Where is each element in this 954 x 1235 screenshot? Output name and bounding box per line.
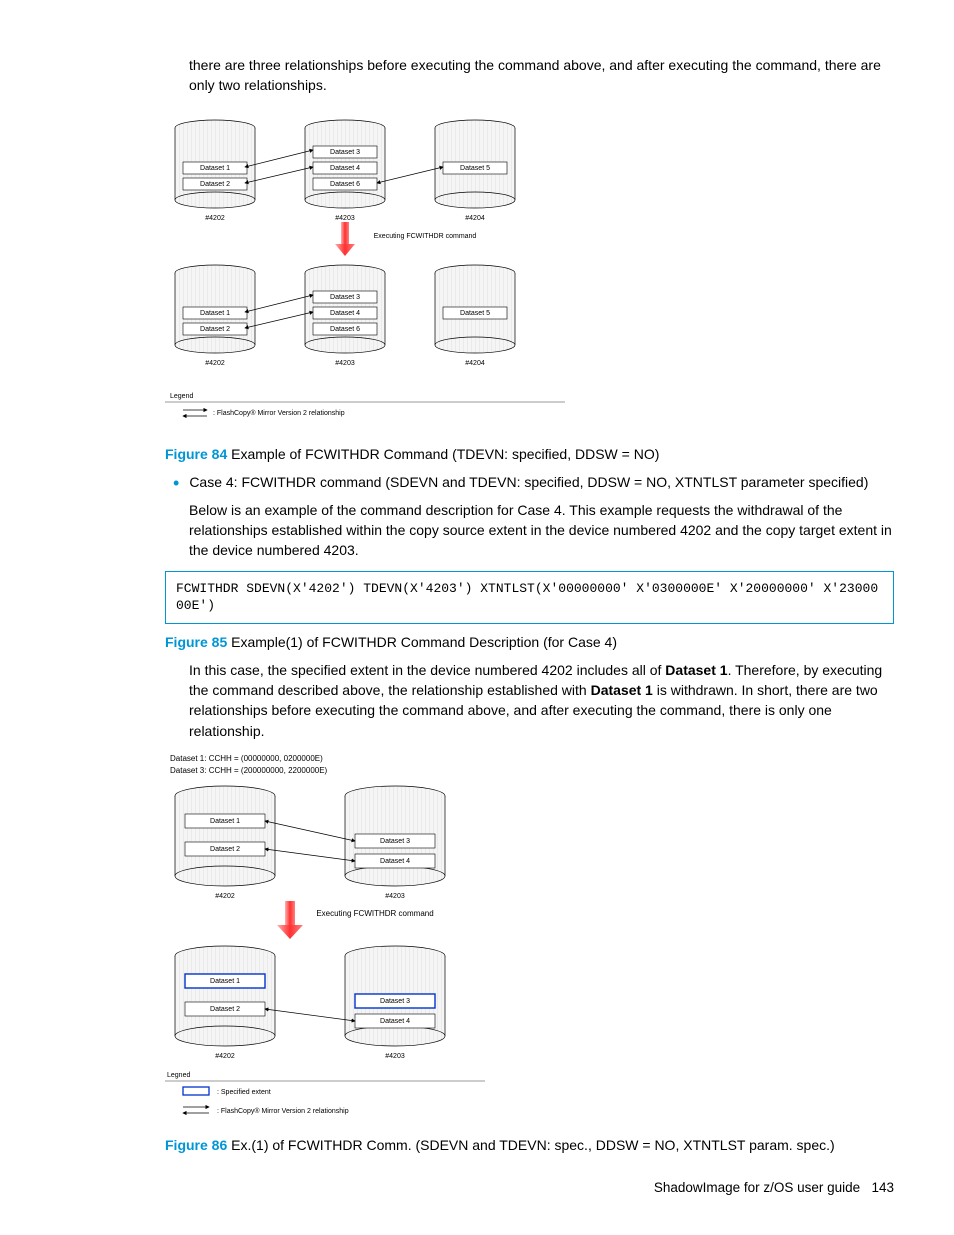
svg-text:Dataset 3: CCHH = (200000000,: Dataset 3: CCHH = (200000000, 2200000E) [170, 766, 328, 775]
svg-text:Dataset 3: Dataset 3 [380, 838, 410, 845]
svg-text:Dataset 5: Dataset 5 [460, 310, 490, 317]
svg-text:#4202: #4202 [205, 215, 225, 222]
svg-text:Dataset 4: Dataset 4 [330, 165, 360, 172]
svg-text:Dataset 1: CCHH = (00000000,: Dataset 1: CCHH = (00000000, 0200000E) [170, 754, 323, 763]
case4-paragraph: Below is an example of the command descr… [165, 500, 894, 561]
svg-text:#4203: #4203 [335, 215, 355, 222]
case4-bullet-row: • Case 4: FCWITHDR command (SDEVN and TD… [165, 472, 894, 492]
figure-85-label: Figure 85 [165, 634, 227, 650]
svg-text:#4202: #4202 [205, 360, 225, 367]
svg-text:: FlashCopy® Mirror Version 2: : FlashCopy® Mirror Version 2 relationsh… [217, 1107, 349, 1115]
svg-text:#4202: #4202 [215, 893, 235, 900]
svg-text:Dataset 3: Dataset 3 [380, 998, 410, 1005]
bullet-icon: • [173, 474, 179, 492]
svg-text:: Specified extent: : Specified extent [217, 1089, 271, 1096]
figure-85-caption: Figure 85 Example(1) of FCWITHDR Command… [165, 634, 894, 650]
figure-84-caption: Figure 84 Example of FCWITHDR Command (T… [165, 446, 894, 462]
svg-text:#4204: #4204 [465, 360, 485, 367]
figure-84-label: Figure 84 [165, 446, 227, 462]
svg-text:Dataset 1: Dataset 1 [210, 818, 240, 825]
page-footer: ShadowImage for z/OS user guide 143 [654, 1180, 894, 1195]
svg-text:Executing FCWITHDR command: Executing FCWITHDR command [316, 909, 433, 918]
svg-text:#4202: #4202 [215, 1053, 235, 1060]
diagram-figure-86: Dataset 1: CCHH = (00000000, 0200000E) D… [165, 751, 485, 1131]
svg-text:Dataset 2: Dataset 2 [210, 1006, 240, 1013]
svg-text:#4203: #4203 [385, 893, 405, 900]
svg-text:Dataset 6: Dataset 6 [330, 181, 360, 188]
svg-text:Dataset 4: Dataset 4 [380, 858, 410, 865]
svg-text:Dataset 1: Dataset 1 [210, 978, 240, 985]
case4-result-paragraph: In this case, the specified extent in th… [165, 660, 894, 741]
svg-text:Dataset 3: Dataset 3 [330, 294, 360, 301]
diagram-figure-84: Dataset 1 Dataset 2 #4202 Dataset 3 Data… [165, 110, 565, 440]
svg-text:Dataset 4: Dataset 4 [380, 1018, 410, 1025]
figure-86-label: Figure 86 [165, 1137, 227, 1153]
svg-text:: FlashCopy® Mirror Version 2: : FlashCopy® Mirror Version 2 relationsh… [213, 409, 345, 417]
svg-text:Dataset 1: Dataset 1 [200, 165, 230, 172]
intro-paragraph: there are three relationships before exe… [165, 55, 894, 96]
svg-text:Dataset 5: Dataset 5 [460, 165, 490, 172]
svg-text:Dataset 4: Dataset 4 [330, 310, 360, 317]
svg-text:Legend: Legend [170, 393, 193, 400]
svg-text:#4203: #4203 [335, 360, 355, 367]
svg-text:Dataset 1: Dataset 1 [200, 310, 230, 317]
svg-text:#4204: #4204 [465, 215, 485, 222]
svg-text:Dataset 2: Dataset 2 [200, 326, 230, 333]
svg-text:Dataset 2: Dataset 2 [210, 846, 240, 853]
svg-text:Legned: Legned [167, 1072, 190, 1079]
code-block-fc-withdr: FCWITHDR SDEVN(X'4202') TDEVN(X'4203') X… [165, 571, 894, 624]
svg-text:#4203: #4203 [385, 1053, 405, 1060]
svg-text:Dataset 3: Dataset 3 [330, 149, 360, 156]
svg-text:Dataset 6: Dataset 6 [330, 326, 360, 333]
case4-bullet-text: Case 4: FCWITHDR command (SDEVN and TDEV… [189, 472, 868, 492]
figure-86-caption: Figure 86 Ex.(1) of FCWITHDR Comm. (SDEV… [165, 1137, 894, 1153]
svg-text:Executing FCWITHDR command: Executing FCWITHDR command [374, 233, 477, 240]
svg-text:Dataset 2: Dataset 2 [200, 181, 230, 188]
